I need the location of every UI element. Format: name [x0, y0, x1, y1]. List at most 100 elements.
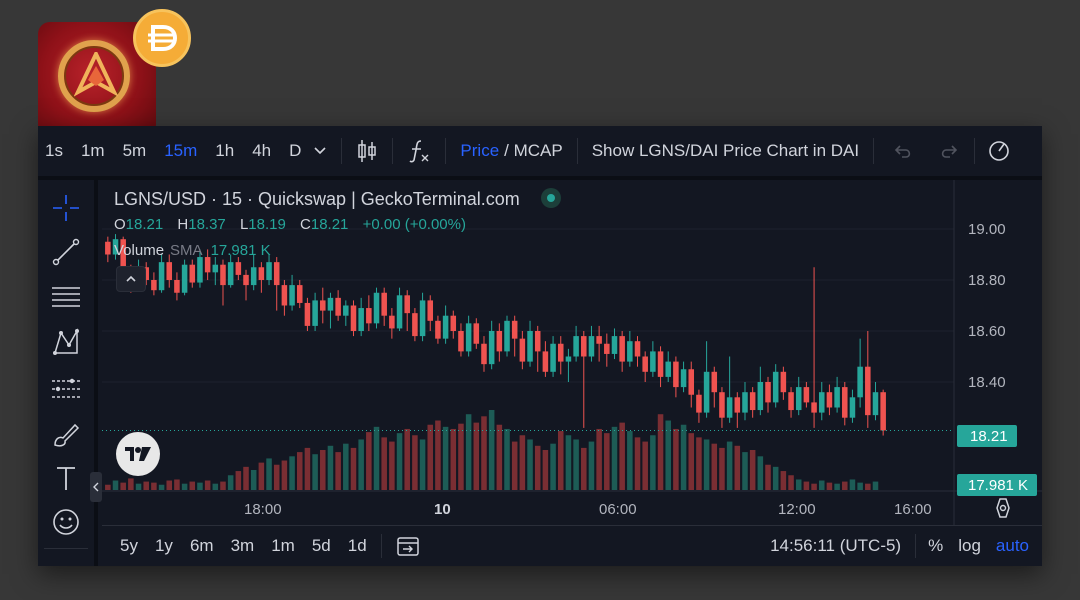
clock[interactable]: 14:56:11 (UTC-5) [770, 536, 901, 556]
range-5d[interactable]: 5d [312, 536, 331, 556]
forecast-icon[interactable] [50, 372, 82, 404]
volume-bar [511, 441, 518, 490]
candle [273, 257, 280, 311]
range-1m[interactable]: 1m [271, 536, 295, 556]
redo-icon[interactable] [938, 142, 960, 160]
expand-toolbar-button[interactable] [90, 472, 102, 502]
trend-line-icon[interactable] [50, 236, 82, 268]
price-tick: 18.40 [968, 374, 1006, 391]
range-5y[interactable]: 5y [120, 536, 138, 556]
timeframe-1h[interactable]: 1h [215, 141, 234, 161]
percent-toggle[interactable]: % [928, 536, 943, 556]
volume-bar [204, 480, 211, 490]
crosshair-icon[interactable] [50, 192, 82, 224]
mcap-toggle[interactable]: / MCAP [504, 141, 563, 161]
candle [642, 351, 648, 382]
settings-gear-icon[interactable] [987, 139, 1011, 163]
log-toggle[interactable]: log [958, 536, 981, 556]
auto-toggle[interactable]: auto [996, 536, 1029, 556]
volume-bar [611, 426, 618, 490]
time-tick: 10 [434, 501, 451, 518]
timeframe-1s[interactable]: 1s [45, 141, 63, 161]
volume-bar [496, 424, 503, 490]
candle [296, 280, 303, 309]
timeframe-15m[interactable]: 15m [164, 141, 197, 161]
candle [673, 356, 679, 398]
timeframe-1m[interactable]: 1m [81, 141, 105, 161]
candle [657, 346, 664, 388]
emoji-icon[interactable] [50, 506, 82, 538]
range-3m[interactable]: 3m [231, 536, 255, 556]
candle-body [719, 392, 725, 418]
fib-lines-icon[interactable] [50, 281, 82, 313]
candle-body [642, 356, 648, 372]
price-toggle[interactable]: Price [460, 141, 499, 161]
candle [511, 315, 518, 357]
collapse-legend-button[interactable] [116, 266, 146, 292]
volume-bar [473, 422, 480, 490]
candle-body [734, 397, 741, 413]
indicators-icon[interactable] [407, 138, 431, 164]
candle-body [189, 264, 196, 283]
candle-body [250, 267, 257, 286]
candle [419, 292, 426, 342]
candle [749, 387, 756, 418]
volume-bar [596, 428, 602, 490]
range-6m[interactable]: 6m [190, 536, 214, 556]
volume-bar [396, 433, 403, 490]
candle-body [511, 320, 518, 339]
show-dai-chart-button[interactable]: Show LGNS/DAI Price Chart in DAI [592, 141, 859, 161]
candle-body [581, 336, 587, 357]
date-range-icon[interactable] [396, 534, 420, 558]
volume-bar [504, 428, 510, 490]
volume-bar [849, 479, 856, 490]
volume-bar [795, 479, 802, 490]
volume-bar [696, 437, 702, 490]
candle-body [842, 387, 848, 418]
candle [189, 259, 196, 288]
candle-body [404, 295, 410, 314]
range-1y[interactable]: 1y [155, 536, 173, 556]
candle [427, 295, 434, 331]
candle-body [389, 315, 395, 329]
candle [412, 308, 418, 342]
candles-icon[interactable] [356, 138, 378, 164]
candle-body [573, 336, 579, 357]
text-tool-icon[interactable] [50, 462, 82, 494]
candle-body [703, 371, 710, 413]
candle [450, 310, 457, 339]
range-1d[interactable]: 1d [348, 536, 367, 556]
timeframe-d[interactable]: D [289, 141, 301, 161]
candle-body [281, 285, 288, 306]
volume-bar [458, 423, 464, 490]
volume-bar [389, 441, 395, 490]
volume-bar [788, 475, 794, 490]
pattern-icon[interactable] [50, 326, 82, 358]
candle-body [381, 292, 387, 316]
candle-body [212, 264, 219, 273]
chevron-down-icon[interactable] [313, 146, 327, 156]
candle [481, 336, 487, 372]
candle-body [166, 262, 173, 280]
volume-bar [842, 481, 848, 490]
candle [872, 382, 879, 421]
candle-body [818, 392, 825, 413]
tradingview-logo[interactable] [116, 432, 160, 476]
candle-body [865, 366, 871, 416]
brush-icon[interactable] [50, 418, 82, 450]
candle-body [519, 338, 526, 362]
candle [581, 331, 587, 428]
toolbar-separator [873, 138, 875, 164]
undo-icon[interactable] [892, 142, 914, 160]
axis-settings-icon[interactable] [996, 498, 1010, 518]
candle [327, 292, 334, 329]
volume-bar [627, 431, 633, 490]
timeframe-5m[interactable]: 5m [123, 141, 147, 161]
candle-body [726, 397, 733, 418]
volume-bar [780, 471, 787, 490]
candle-body [565, 356, 572, 362]
chart-area: 19.00 18.80 18.60 18.40 18.21 17.981 K 1… [102, 180, 1042, 525]
volume-bar [450, 428, 457, 490]
timeframe-4h[interactable]: 4h [252, 141, 271, 161]
volume-bar [158, 484, 165, 490]
